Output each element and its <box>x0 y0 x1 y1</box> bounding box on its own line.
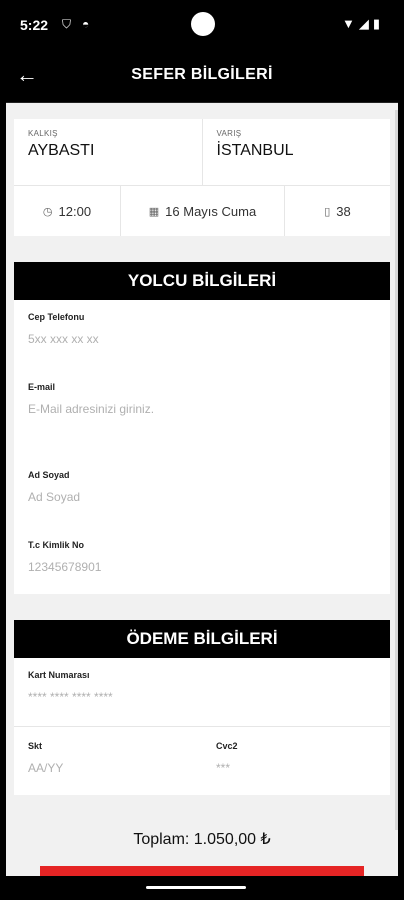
expiry-input[interactable] <box>28 761 188 775</box>
name-input[interactable] <box>28 490 376 504</box>
total-price: Toplam: 1.050,00 ₺ <box>133 831 271 848</box>
expiry-label: Skt <box>28 741 43 751</box>
phone-label: Cep Telefonu <box>28 312 85 322</box>
passenger-form: Cep Telefonu E-mail Ad Soyad T.c Kimlik … <box>14 300 390 594</box>
card-number-input[interactable] <box>28 690 376 704</box>
signal-wifi-battery-icons: ▼◢▮ <box>341 16 384 31</box>
email-field-group: E-mail <box>28 382 376 470</box>
tc-field-group: T.c Kimlik No <box>28 540 376 584</box>
seat-icon: ▯ <box>324 205 331 218</box>
cvc-field-group: Cvc2 <box>202 727 390 795</box>
arrival-city: İSTANBUL <box>216 142 294 159</box>
email-label: E-mail <box>28 382 56 392</box>
name-field-group: Ad Soyad <box>28 470 376 540</box>
departure-time: 12:00 <box>58 203 92 219</box>
phone-input[interactable] <box>28 332 376 346</box>
circle-icon: ◓ <box>82 17 90 31</box>
arrival-cell: VARIŞ İSTANBUL <box>201 119 391 185</box>
name-label: Ad Soyad <box>28 470 70 480</box>
screen: 5:22 ⛉ ◓ ▼◢▮ ← SEFER BİLGİLERİ KALKIŞ AY… <box>6 0 398 900</box>
status-bar: 5:22 ⛉ ◓ ▼◢▮ <box>6 0 398 50</box>
passenger-section-header: YOLCU BİLGİLERİ <box>14 262 390 300</box>
cvc-label: Cvc2 <box>216 741 238 751</box>
scrollbar[interactable] <box>395 110 398 830</box>
payment-section-header: ÖDEME BİLGİLERİ <box>14 620 390 658</box>
seat-cell: ▯ 38 <box>284 186 390 236</box>
tc-label: T.c Kimlik No <box>28 540 85 550</box>
card-number-label: Kart Numarası <box>28 670 90 680</box>
home-gesture-pill[interactable] <box>146 886 246 889</box>
shield-icon: ⛉ <box>62 17 72 31</box>
time-cell: ◷ 12:00 <box>14 186 120 236</box>
departure-city: AYBASTI <box>28 142 95 159</box>
cvc-input[interactable] <box>216 761 376 775</box>
tc-input[interactable] <box>28 560 376 574</box>
seat-number: 38 <box>336 203 351 219</box>
page-title: SEFER BİLGİLERİ <box>131 66 273 83</box>
expiry-field-group: Skt <box>14 727 202 795</box>
email-input[interactable] <box>28 402 376 416</box>
payment-form: Kart Numarası Skt Cvc2 <box>14 658 390 795</box>
date-cell: ▦ 16 Mayıs Cuma <box>120 186 284 236</box>
clock-icon: ◷ <box>42 205 53 218</box>
calendar-icon: ▦ <box>148 205 160 218</box>
arrival-label: VARIŞ <box>216 129 242 138</box>
navigation-bar <box>0 876 404 900</box>
camera-cutout <box>191 12 215 36</box>
card-field-group: Kart Numarası <box>28 670 376 714</box>
status-time: 5:22 <box>20 17 49 33</box>
departure-cell: KALKIŞ AYBASTI <box>14 119 202 185</box>
departure-date: 16 Mayıs Cuma <box>165 203 257 219</box>
phone-field-group: Cep Telefonu <box>28 312 376 382</box>
app-bar: ← SEFER BİLGİLERİ <box>6 50 398 103</box>
route-card: KALKIŞ AYBASTI VARIŞ İSTANBUL ◷ 12:00 ▦ … <box>14 119 390 236</box>
departure-label: KALKIŞ <box>28 129 58 138</box>
